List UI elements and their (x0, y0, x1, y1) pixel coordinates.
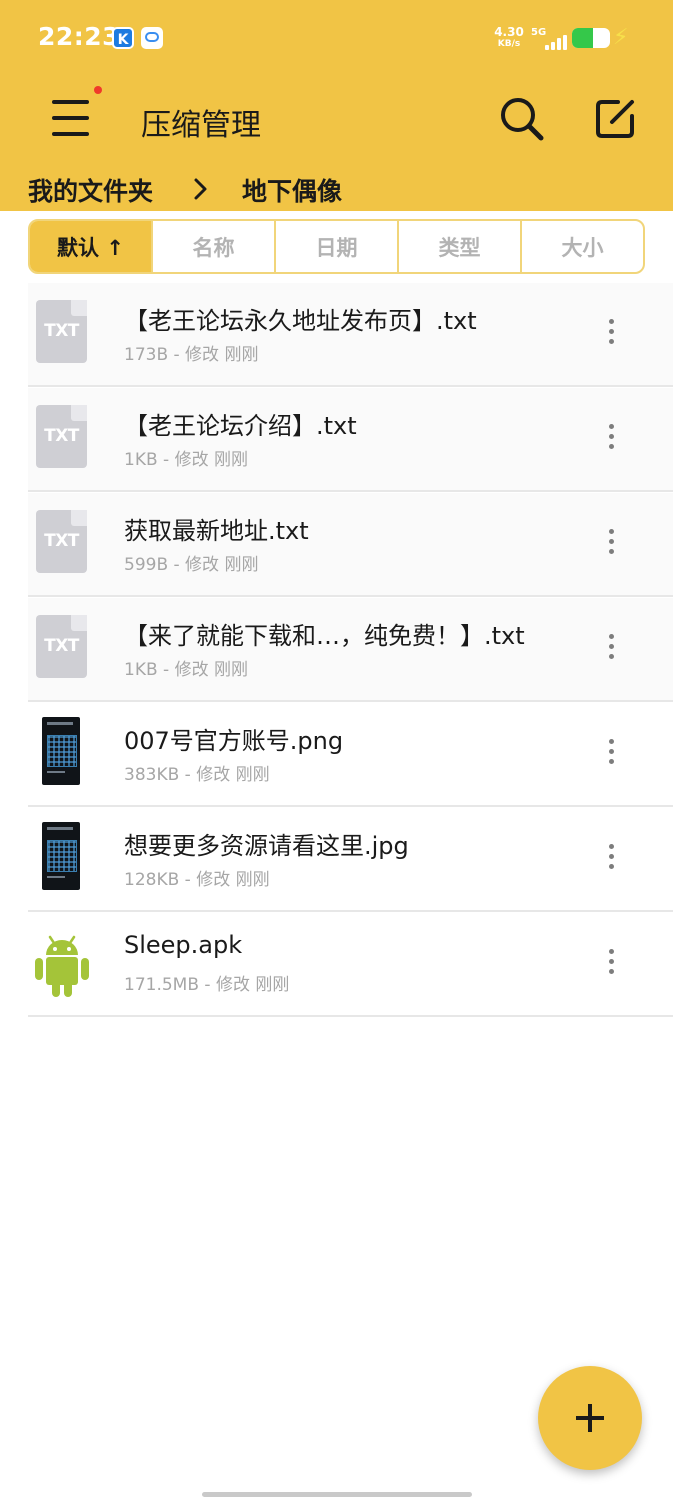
signal-icon (541, 32, 567, 50)
sort-tab-name[interactable]: 名称 (151, 221, 274, 272)
sort-tab-default[interactable]: 默认 ↑ (30, 221, 151, 272)
page-title: 压缩管理 (141, 108, 261, 143)
file-meta: 128KB - 修改 刚刚 (124, 870, 270, 890)
file-row[interactable]: TXT 【老王论坛介绍】.txt 1KB - 修改 刚刚 (28, 388, 673, 492)
chevron-right-icon (192, 176, 210, 202)
hamburger-menu-icon[interactable] (46, 96, 94, 140)
file-row[interactable]: 007号官方账号.png 383KB - 修改 刚刚 (28, 703, 673, 807)
net-speed: 4.30 KB/s (492, 26, 526, 50)
file-meta: 1KB - 修改 刚刚 (124, 450, 248, 470)
file-name: 获取最新地址.txt (124, 517, 309, 545)
file-meta: 383KB - 修改 刚刚 (124, 765, 270, 785)
more-options-icon[interactable] (600, 632, 624, 662)
file-row[interactable]: TXT 【老王论坛永久地址发布页】.txt 173B - 修改 刚刚 (28, 283, 673, 387)
battery-icon (572, 28, 610, 48)
file-name: 007号官方账号.png (124, 727, 344, 755)
file-name: 【老王论坛介绍】.txt (124, 412, 357, 440)
txt-file-icon: TXT (36, 615, 87, 678)
image-thumbnail (42, 822, 80, 890)
status-time: 22:23 (38, 22, 121, 51)
image-thumbnail (42, 717, 80, 785)
net-speed-unit: KB/s (497, 39, 521, 49)
charging-icon: ⚡ (613, 25, 629, 50)
more-options-icon[interactable] (600, 422, 624, 452)
file-name: 【来了就能下载和…，纯免费！】.txt (124, 622, 525, 650)
file-name: Sleep.apk (124, 931, 243, 959)
more-options-icon[interactable] (600, 947, 624, 977)
file-row[interactable]: TXT 获取最新地址.txt 599B - 修改 刚刚 (28, 493, 673, 597)
file-row[interactable]: 想要更多资源请看这里.jpg 128KB - 修改 刚刚 (28, 808, 673, 912)
breadcrumb-current[interactable]: 地下偶像 (242, 172, 342, 208)
notification-app-icon: K (112, 27, 134, 49)
sort-tab-size[interactable]: 大小 (520, 221, 643, 272)
file-meta: 171.5MB - 修改 刚刚 (124, 975, 290, 995)
search-icon[interactable] (496, 94, 548, 144)
file-name: 【老王论坛永久地址发布页】.txt (124, 307, 477, 335)
file-meta: 1KB - 修改 刚刚 (124, 660, 248, 680)
file-meta: 173B - 修改 刚刚 (124, 345, 259, 365)
file-row[interactable]: Sleep.apk 171.5MB - 修改 刚刚 (28, 913, 673, 1017)
notification-dot (94, 86, 102, 94)
file-name: 想要更多资源请看这里.jpg (124, 832, 409, 860)
more-options-icon[interactable] (600, 842, 624, 872)
home-indicator[interactable] (202, 1492, 472, 1497)
notification-cloud-icon (141, 27, 163, 49)
txt-file-icon: TXT (36, 300, 87, 363)
more-options-icon[interactable] (600, 737, 624, 767)
add-fab-button[interactable] (538, 1366, 642, 1470)
more-options-icon[interactable] (600, 527, 624, 557)
txt-file-icon: TXT (36, 405, 87, 468)
more-options-icon[interactable] (600, 317, 624, 347)
file-row[interactable]: TXT 【来了就能下载和…，纯免费！】.txt 1KB - 修改 刚刚 (28, 598, 673, 702)
sort-tab-type[interactable]: 类型 (397, 221, 520, 272)
android-icon (32, 931, 92, 1001)
sort-tab-date[interactable]: 日期 (274, 221, 397, 272)
battery-level (572, 28, 593, 48)
file-meta: 599B - 修改 刚刚 (124, 555, 259, 575)
txt-file-icon: TXT (36, 510, 87, 573)
edit-icon[interactable] (592, 96, 640, 142)
breadcrumb-root[interactable]: 我的文件夹 (28, 172, 153, 208)
net-speed-value: 4.30 (494, 25, 524, 39)
sort-tabs: 默认 ↑ 名称 日期 类型 大小 (28, 219, 645, 274)
